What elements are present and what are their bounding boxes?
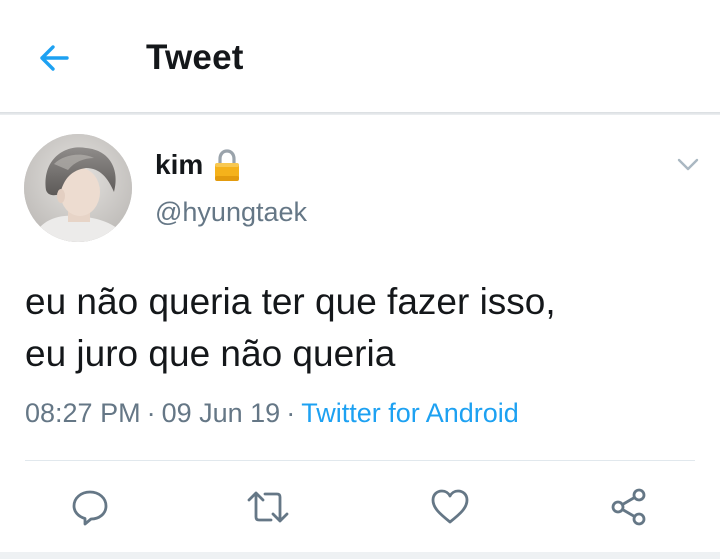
author-name-row: kim [155,147,242,183]
tweet-date: 09 Jun 19 [161,398,281,428]
author-handle[interactable]: @hyungtaek [155,197,307,228]
author-name[interactable]: kim [155,149,203,181]
header-divider [0,112,720,115]
tweet-source-link[interactable]: Twitter for Android [301,398,519,428]
arrow-left-icon [40,45,69,71]
avatar[interactable] [24,134,132,242]
share-icon [611,488,646,526]
actions-divider [25,460,695,461]
tweet-meta: 08:27 PM · 09 Jun 19 · Twitter for Android [25,398,519,429]
tweet-text: eu não queria ter que fazer isso, eu jur… [25,281,556,374]
share-button[interactable] [607,487,651,527]
meta-separator: · [286,398,296,428]
tweet-time: 08:27 PM [25,398,141,428]
tweet-options-button[interactable] [672,150,704,180]
meta-separator: · [146,398,156,428]
bottom-strip [0,552,720,559]
chevron-down-icon [677,158,699,171]
reply-icon [72,490,108,526]
lock-icon [212,149,242,183]
heart-icon [431,489,469,524]
reply-button[interactable] [68,487,112,527]
like-button[interactable] [428,487,472,527]
back-button[interactable] [32,38,76,78]
top-app-bar: Tweet [0,0,720,112]
retweet-button[interactable] [246,487,290,527]
avatar-image [24,134,132,242]
page-title: Tweet [146,38,244,77]
retweet-icon [247,491,289,523]
